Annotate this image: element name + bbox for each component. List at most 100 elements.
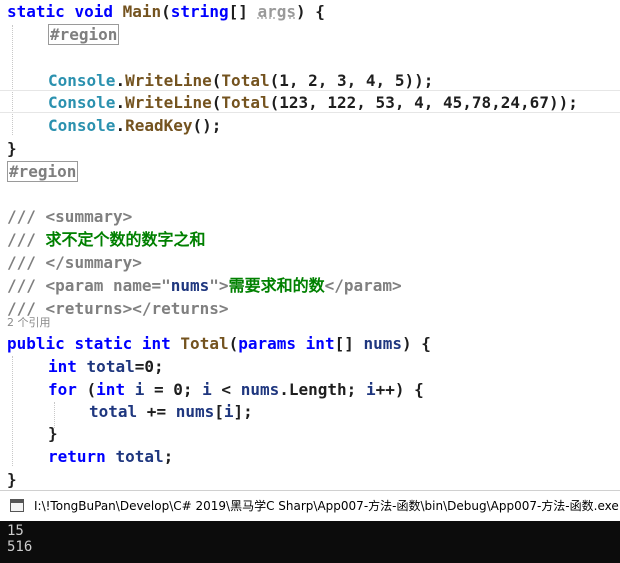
punct: (: [161, 2, 171, 21]
keyword: public: [7, 334, 65, 353]
local-variable: total: [115, 447, 164, 466]
brace: }: [7, 139, 17, 158]
xml-tag: </summary>: [35, 253, 142, 272]
code-text: = 0;: [144, 380, 203, 399]
local-variable: total: [89, 402, 138, 421]
local-variable: i: [223, 402, 234, 421]
punct: [: [214, 402, 224, 421]
local-variable: total: [86, 357, 135, 376]
code-line-15[interactable]: public static int Total(params int[] num…: [7, 332, 620, 355]
method-name: Total: [180, 334, 229, 353]
doc-comment-slash: ///: [7, 276, 36, 295]
method-name: WriteLine: [125, 93, 212, 112]
punct: (: [211, 93, 222, 112]
code-line-18[interactable]: total += nums[i];: [89, 400, 620, 423]
code-text: <: [211, 380, 241, 399]
console-app-icon: [10, 499, 24, 512]
punct: []: [334, 334, 364, 353]
punct: .: [115, 116, 126, 135]
code-editor[interactable]: static void Main(string[] args) { #regio…: [0, 0, 620, 490]
code-text: .Length;: [279, 380, 366, 399]
keyword: static: [7, 2, 65, 21]
code-text: +=: [137, 402, 176, 421]
code-line-11[interactable]: /// 求不定个数的数字之和: [7, 228, 620, 251]
class-name: Console: [48, 116, 116, 135]
doc-comment-text: 求不定个数的数字之和: [35, 230, 206, 249]
code-line-7[interactable]: }: [7, 137, 620, 160]
code-line-6[interactable]: Console.ReadKey();: [48, 114, 620, 137]
keyword: static: [74, 334, 133, 353]
code-text: (1, 2, 3, 4, 5));: [269, 71, 434, 90]
punct: .: [115, 93, 126, 112]
class-name: Console: [48, 71, 116, 90]
keyword: for: [48, 380, 77, 399]
code-line-21[interactable]: }: [7, 468, 620, 491]
parameter: nums: [175, 402, 215, 421]
keyword: int: [305, 334, 335, 353]
doc-comment-text: 需要求和的数: [228, 276, 325, 295]
indent-guide: [12, 25, 13, 135]
code-text: =0;: [134, 357, 164, 376]
console-title-bar[interactable]: I:\!TongBuPan\Develop\C# 2019\黑马学C Sharp…: [0, 490, 620, 522]
xml-punct: =": [151, 276, 171, 295]
code-line-5-current[interactable]: Console.WriteLine(Total(123, 122, 53, 4,…: [0, 90, 620, 113]
punct: .: [115, 71, 126, 90]
method-name: WriteLine: [125, 71, 212, 90]
console-line: 516: [7, 539, 33, 555]
doc-comment-slash: ///: [7, 207, 36, 226]
code-line-1[interactable]: static void Main(string[] args) {: [7, 0, 620, 23]
xml-tag: </param>: [324, 276, 402, 295]
codelens-references[interactable]: 2 个引用: [7, 316, 51, 330]
punct: (: [228, 334, 239, 353]
xml-attr-value: nums: [170, 276, 210, 295]
local-variable: i: [134, 380, 145, 399]
region-directive[interactable]: #region: [48, 24, 120, 45]
code-text: ++) {: [375, 380, 424, 399]
xml-attr: name: [112, 276, 152, 295]
doc-comment-slash: ///: [7, 230, 36, 249]
console-line: 15: [7, 523, 24, 539]
code-line-2[interactable]: #region: [48, 23, 620, 46]
code-line-4[interactable]: Console.WriteLine(Total(1, 2, 3, 4, 5));: [48, 69, 620, 92]
code-line-13[interactable]: /// <param name="nums">需要求和的数</param>: [7, 274, 620, 297]
punct: ];: [233, 402, 253, 421]
keyword: params: [238, 334, 297, 353]
parameter: nums: [240, 380, 280, 399]
code-line-20[interactable]: return total;: [48, 445, 620, 468]
code-line-17[interactable]: for (int i = 0; i < nums.Length; i++) {: [48, 378, 620, 401]
code-line-8[interactable]: #region: [7, 160, 620, 183]
code-line-19[interactable]: }: [48, 422, 620, 445]
keyword: string: [170, 2, 229, 21]
code-line-14[interactable]: /// <returns></returns>: [7, 297, 620, 320]
keyword: return: [48, 447, 106, 466]
code-line-12[interactable]: /// </summary>: [7, 251, 620, 274]
class-name: Console: [48, 93, 116, 112]
keyword: int: [141, 334, 171, 353]
keyword: int: [48, 357, 77, 376]
punct: []: [228, 2, 258, 21]
method-name: Total: [221, 71, 270, 90]
punct: ;: [163, 447, 174, 466]
method-name: Main: [122, 2, 162, 21]
brace: }: [7, 470, 17, 489]
code-text: (123, 122, 53, 4, 45,78,24,67));: [269, 93, 578, 112]
xml-punct: ">: [209, 276, 229, 295]
punct: (: [76, 380, 97, 399]
unused-parameter: args: [257, 2, 297, 21]
local-variable: i: [202, 380, 212, 399]
keyword: int: [96, 380, 126, 399]
keyword: void: [74, 2, 113, 21]
punct: ) {: [296, 2, 325, 21]
code-line-16[interactable]: int total=0;: [48, 355, 620, 378]
local-variable: i: [365, 380, 376, 399]
code-line-10[interactable]: /// <summary>: [7, 205, 620, 228]
doc-comment-slash: ///: [7, 253, 36, 272]
punct: (: [211, 71, 222, 90]
region-directive[interactable]: #region: [7, 161, 79, 182]
method-name: Total: [221, 93, 270, 112]
method-name: ReadKey: [125, 116, 193, 135]
console-output[interactable]: 15 516: [0, 521, 620, 563]
xml-tag: <param: [35, 276, 113, 295]
code-text: ();: [192, 116, 222, 135]
indent-guide: [12, 356, 13, 466]
